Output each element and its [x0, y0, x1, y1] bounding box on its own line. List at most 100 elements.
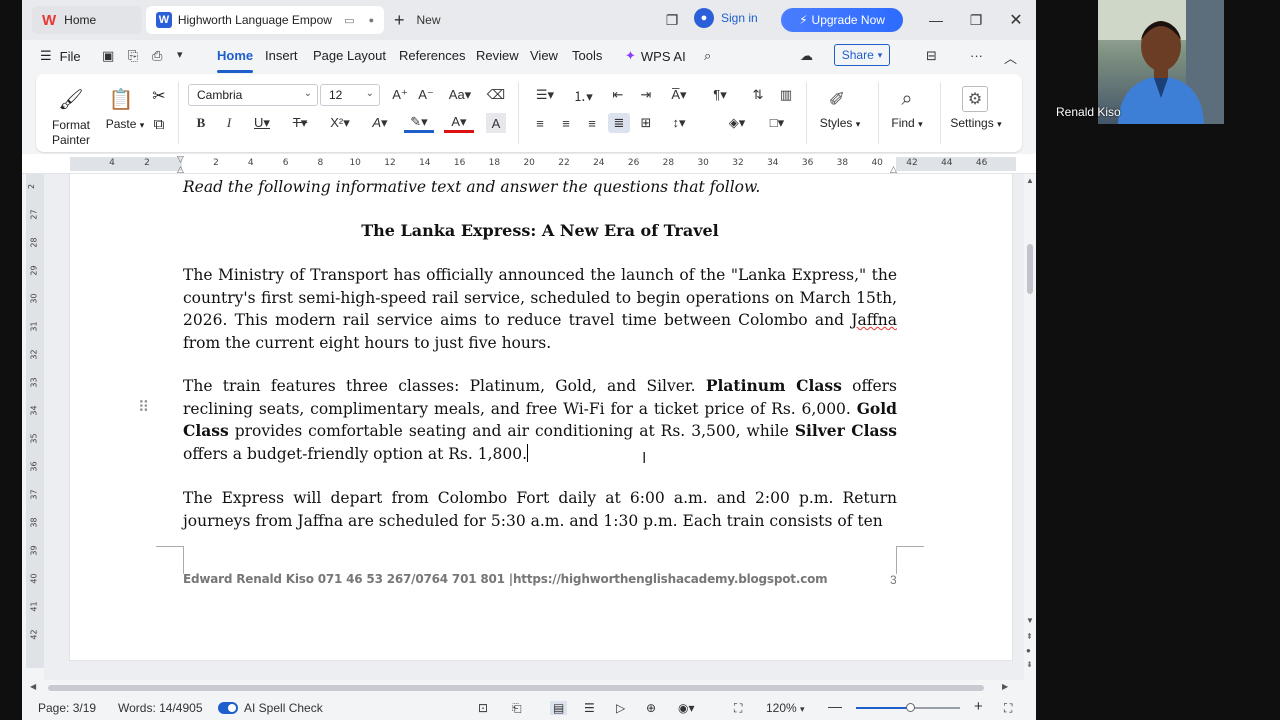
menu-insert[interactable]: Insert: [265, 48, 298, 63]
eye-protection-icon[interactable]: ◉▾: [678, 701, 695, 715]
article-heading[interactable]: The Lanka Express: A New Era of Travel: [183, 220, 897, 243]
format-painter-icon[interactable]: 🖌: [56, 86, 86, 112]
page-indicator[interactable]: Page: 3/19: [38, 701, 96, 715]
new-tab-button[interactable]: + New: [394, 6, 441, 34]
borders-icon[interactable]: □▾: [762, 113, 792, 133]
web-layout-icon[interactable]: ⎗: [512, 701, 522, 716]
horizontal-scroll-thumb[interactable]: [48, 685, 984, 691]
scroll-down-icon[interactable]: ▼: [1026, 616, 1034, 625]
export-icon[interactable]: ⎘: [128, 48, 138, 64]
more-options-icon[interactable]: ···: [970, 48, 983, 63]
zoom-level[interactable]: 120% ▾: [766, 701, 805, 715]
undo-dropdown-icon[interactable]: ▾: [177, 48, 183, 61]
strikethrough-icon[interactable]: T▾: [286, 113, 314, 133]
zoom-in-icon[interactable]: +: [974, 698, 983, 715]
increase-font-size-icon[interactable]: A⁺: [390, 85, 410, 105]
print-layout-icon[interactable]: ▤: [550, 701, 568, 715]
share-button[interactable]: Share ▾: [834, 44, 890, 66]
file-menu[interactable]: ☰ File: [40, 48, 81, 64]
styles-icon[interactable]: ✐: [822, 86, 852, 112]
outline-icon[interactable]: ☰: [584, 701, 595, 715]
align-left-icon[interactable]: ≡: [530, 113, 550, 133]
read-mode-icon[interactable]: ⊡: [478, 701, 488, 715]
select-browse-icon[interactable]: ●: [1026, 646, 1031, 655]
document-page[interactable]: Read the following informative text and …: [70, 174, 1012, 660]
restore-icon[interactable]: ❐: [964, 8, 988, 32]
align-center-icon[interactable]: ≡: [556, 113, 576, 133]
align-right-icon[interactable]: ≡: [582, 113, 602, 133]
styles-button[interactable]: Styles ▾: [812, 116, 868, 132]
italic-icon[interactable]: I: [220, 113, 238, 133]
paragraph-2[interactable]: The train features three classes: Platin…: [183, 375, 897, 465]
find-icon[interactable]: ⌕: [892, 86, 922, 112]
scroll-right-icon[interactable]: ▶: [1002, 682, 1008, 691]
instruction-text[interactable]: Read the following informative text and …: [183, 176, 897, 199]
upgrade-button[interactable]: ⚡ Upgrade Now: [781, 8, 903, 32]
shading-icon[interactable]: ◈▾: [722, 113, 752, 133]
menu-tools[interactable]: Tools: [572, 48, 602, 63]
settings-icon[interactable]: ⚙: [962, 86, 988, 112]
paste-button[interactable]: Paste ▾: [100, 117, 150, 133]
ai-spell-check-toggle[interactable]: [218, 702, 238, 714]
paragraph-mark-icon[interactable]: ¶▾: [706, 85, 734, 105]
zoom-slider-knob[interactable]: [906, 703, 916, 712]
cut-icon[interactable]: ✂: [148, 86, 170, 106]
increase-indent-icon[interactable]: ⇥: [636, 85, 656, 105]
justify-icon[interactable]: ≣: [608, 113, 630, 133]
tab-manager-icon[interactable]: ❐: [660, 8, 684, 32]
next-page-icon[interactable]: ⇟: [1026, 660, 1033, 669]
numbering-icon[interactable]: ⒈▾: [568, 85, 598, 105]
scroll-up-icon[interactable]: ▲: [1026, 176, 1034, 185]
sort-icon[interactable]: ⇅: [748, 85, 768, 105]
tab-home[interactable]: W Home: [32, 6, 142, 34]
fullscreen-icon[interactable]: ⛶: [1004, 701, 1012, 716]
line-spacing-icon[interactable]: ↕▾: [664, 113, 694, 133]
prev-page-icon[interactable]: ⇞: [1026, 632, 1033, 641]
find-button[interactable]: Find ▾: [882, 116, 932, 132]
cloud-sync-icon[interactable]: ☁: [800, 48, 813, 64]
vertical-scroll-thumb[interactable]: [1027, 244, 1033, 294]
columns-icon[interactable]: ▥: [776, 85, 796, 105]
decrease-indent-icon[interactable]: ⇤: [608, 85, 628, 105]
spelling-error[interactable]: Jaffna: [851, 311, 897, 329]
globe-icon[interactable]: ⊕: [646, 701, 656, 715]
copy-icon[interactable]: ⧉: [148, 114, 170, 134]
superscript-icon[interactable]: X²▾: [326, 113, 354, 133]
change-case-icon[interactable]: Aa▾: [444, 85, 476, 105]
drag-handle-icon[interactable]: ⠿: [138, 398, 149, 416]
layout-toggle-icon[interactable]: ⊟: [926, 48, 937, 64]
horizontal-scrollbar[interactable]: ◀ ▶: [22, 680, 1036, 696]
fit-page-icon[interactable]: ⛶: [734, 701, 742, 716]
zoom-out-icon[interactable]: —: [828, 698, 842, 714]
character-shading-icon[interactable]: A: [486, 113, 506, 133]
font-color-icon[interactable]: A▾: [444, 113, 474, 133]
menu-review[interactable]: Review: [476, 48, 519, 63]
paste-icon[interactable]: 📋: [106, 86, 136, 112]
menu-references[interactable]: References: [399, 48, 465, 63]
paragraph-1[interactable]: The Ministry of Transport has officially…: [183, 264, 897, 354]
paragraph-3[interactable]: The Express will depart from Colombo For…: [183, 487, 897, 532]
highlight-color-icon[interactable]: ✎▾: [404, 113, 434, 133]
font-name-select[interactable]: Cambria ⌄: [188, 84, 318, 106]
scroll-left-icon[interactable]: ◀: [30, 682, 36, 691]
search-icon[interactable]: ⌕: [704, 48, 711, 64]
monitor-icon[interactable]: ▭: [344, 14, 354, 27]
text-effects-icon[interactable]: A▾: [366, 113, 394, 133]
vertical-ruler[interactable]: 2 27 28 29 30 31 32 33 34 35 36 37 38 39 40 41 42: [26, 174, 44, 668]
menu-home[interactable]: Home: [217, 48, 254, 73]
underline-icon[interactable]: U▾: [248, 113, 276, 133]
decrease-font-size-icon[interactable]: A⁻: [416, 85, 436, 105]
sign-in-button[interactable]: ● Sign in: [694, 8, 758, 28]
bold-icon[interactable]: B: [192, 113, 210, 133]
page-footer[interactable]: Edward Renald Kiso 071 46 53 267/0764 70…: [183, 572, 828, 586]
font-size-select[interactable]: 12 ⌄: [320, 84, 380, 106]
menu-wps-ai[interactable]: ✦ WPS AI: [625, 48, 686, 64]
settings-button[interactable]: Settings ▾: [946, 116, 1006, 132]
vertical-scrollbar[interactable]: ▲ ▼ ⇞ ● ⇟: [1024, 174, 1036, 680]
minimize-icon[interactable]: —: [924, 8, 948, 32]
play-icon[interactable]: ▷: [616, 701, 625, 715]
unsaved-dot-icon[interactable]: ●: [369, 15, 374, 25]
bullets-icon[interactable]: ☰▾: [530, 85, 560, 105]
clear-formatting-icon[interactable]: ⌫: [486, 85, 506, 105]
tab-document[interactable]: W Highworth Language Empow ▭ ●: [146, 6, 384, 34]
